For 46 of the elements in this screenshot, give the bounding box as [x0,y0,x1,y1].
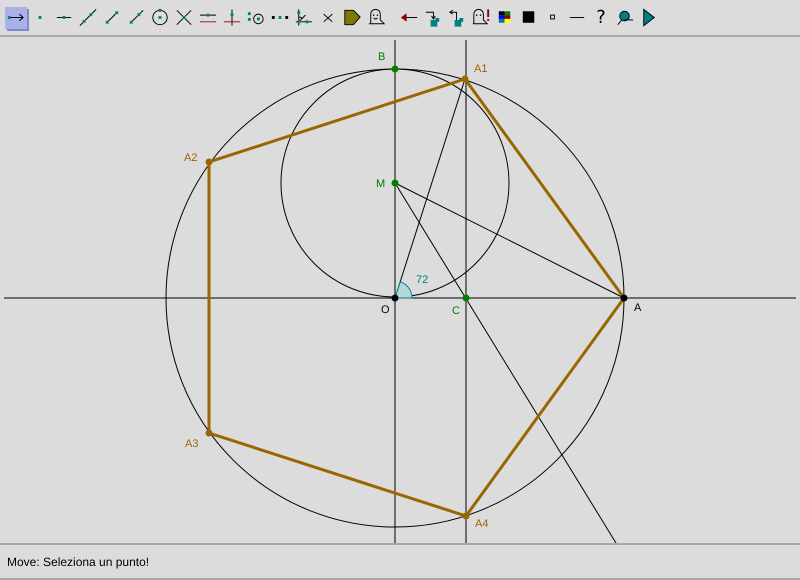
arrow-icon [8,14,24,22]
point-label: M [376,178,386,190]
bin-arrow-icon [448,10,464,27]
segment-icon [106,11,118,24]
parallel-line-icon [199,14,217,22]
point-label: C [452,305,460,317]
ray-icon [130,10,144,24]
polygon-icon [344,10,361,26]
point-label: B [378,51,386,63]
point-label: A4 [475,518,488,530]
tool-button[interactable] [221,6,243,28]
point-icon [38,16,42,19]
point-label: A [634,302,642,314]
status-text: Move: Seleziona un punto! [7,554,150,568]
angle-arc [394,281,412,298]
dots-icon [272,16,288,19]
left-arrow-icon [400,13,418,22]
point-on-line-icon [56,16,72,19]
angle-icon [295,8,313,26]
square-icon [522,11,534,23]
point[interactable] [620,294,628,302]
intersection-icon [176,10,192,26]
color-grid-icon [498,11,510,23]
perpendicular-line-icon [223,8,241,26]
angle-label: 72 [416,274,428,286]
help-button[interactable]: ? [590,6,612,28]
bin-arrow-icon [425,12,440,27]
tool-button[interactable] [77,6,99,28]
horizontal-line-icon [569,17,585,18]
point-label: A2 [184,152,198,164]
tool-button[interactable] [5,6,27,28]
point-label: O [381,304,390,316]
cross-icon [323,14,333,22]
circle-point-icon [248,12,264,24]
point-label: A3 [185,438,198,450]
play-icon [643,8,656,27]
pin-icon [617,10,634,26]
ghost-icon [368,8,385,24]
circle-icon [152,8,168,26]
point[interactable] [392,294,398,302]
point[interactable] [462,294,470,302]
ghost-alert-icon [472,8,490,24]
line-icon [79,8,97,26]
tool-button[interactable] [293,6,315,28]
point-label: A1 [474,63,488,75]
small-square-icon [550,14,555,20]
